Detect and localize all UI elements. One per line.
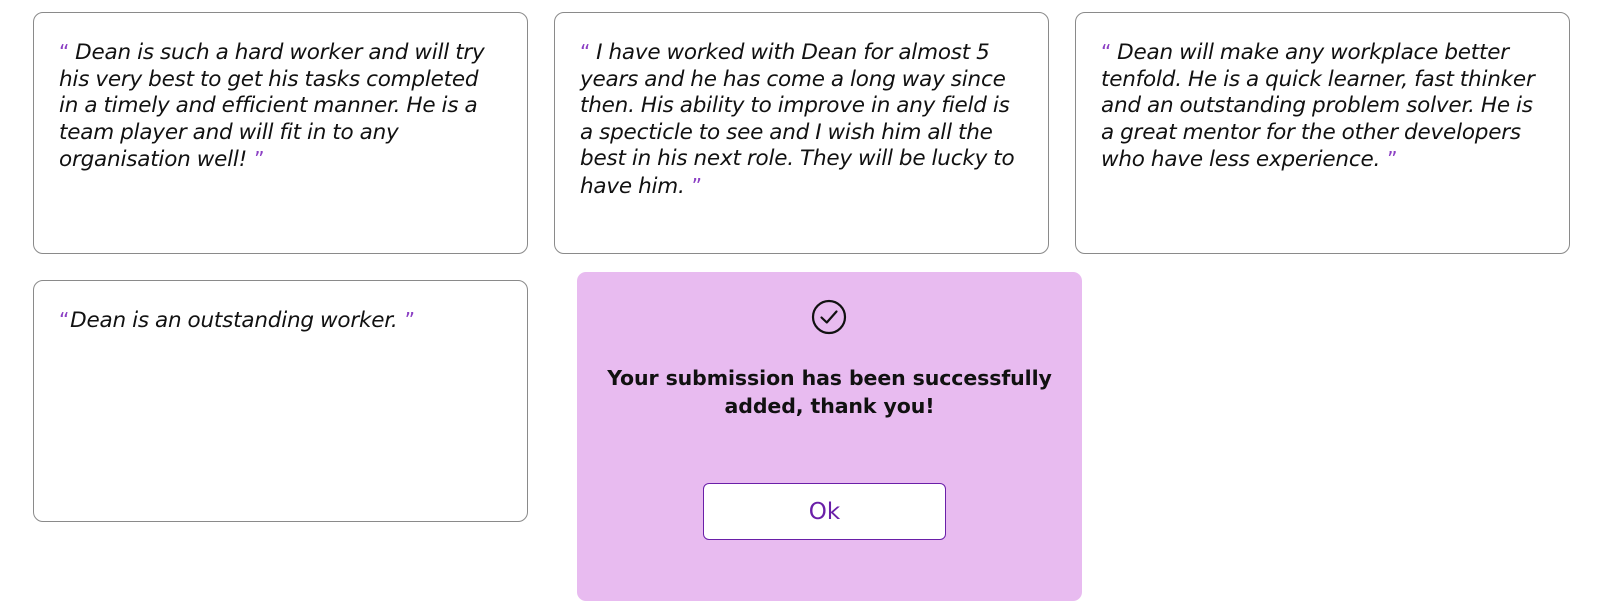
success-message: Your submission has been successfully ad… bbox=[607, 366, 1052, 418]
testimonials-page: “Dean is such a hard worker and will try… bbox=[0, 0, 1618, 613]
testimonial-quote: “Dean is an outstanding worker.” bbox=[59, 307, 503, 335]
testimonial-card: “Dean is such a hard worker and will try… bbox=[33, 12, 528, 254]
testimonial-text: Dean will make any workplace better tenf… bbox=[1101, 40, 1535, 172]
testimonial-card: “I have worked with Dean for almost 5 ye… bbox=[554, 12, 1049, 254]
testimonial-text: I have worked with Dean for almost 5 yea… bbox=[580, 40, 1015, 199]
testimonial-quote: “Dean is such a hard worker and will try… bbox=[59, 39, 503, 174]
testimonial-text: Dean is such a hard worker and will try … bbox=[59, 40, 485, 172]
testimonial-card: “Dean will make any workplace better ten… bbox=[1075, 12, 1570, 254]
close-quote-icon: ” bbox=[254, 147, 265, 171]
close-quote-icon: ” bbox=[691, 173, 702, 198]
ok-button[interactable]: Ok bbox=[703, 483, 946, 540]
close-quote-icon: ” bbox=[1387, 147, 1398, 171]
open-quote-icon: “ bbox=[580, 40, 591, 64]
success-modal: Your submission has been successfully ad… bbox=[577, 272, 1082, 601]
close-quote-icon: ” bbox=[404, 308, 415, 332]
check-circle-icon bbox=[811, 299, 847, 335]
testimonial-quote: “I have worked with Dean for almost 5 ye… bbox=[580, 39, 1024, 200]
testimonial-quote: “Dean will make any workplace better ten… bbox=[1101, 39, 1545, 174]
testimonial-card: “Dean is an outstanding worker.” bbox=[33, 280, 528, 522]
testimonial-text: Dean is an outstanding worker. bbox=[70, 308, 398, 333]
open-quote-icon: “ bbox=[59, 308, 70, 332]
open-quote-icon: “ bbox=[1101, 40, 1112, 64]
open-quote-icon: “ bbox=[59, 40, 70, 64]
